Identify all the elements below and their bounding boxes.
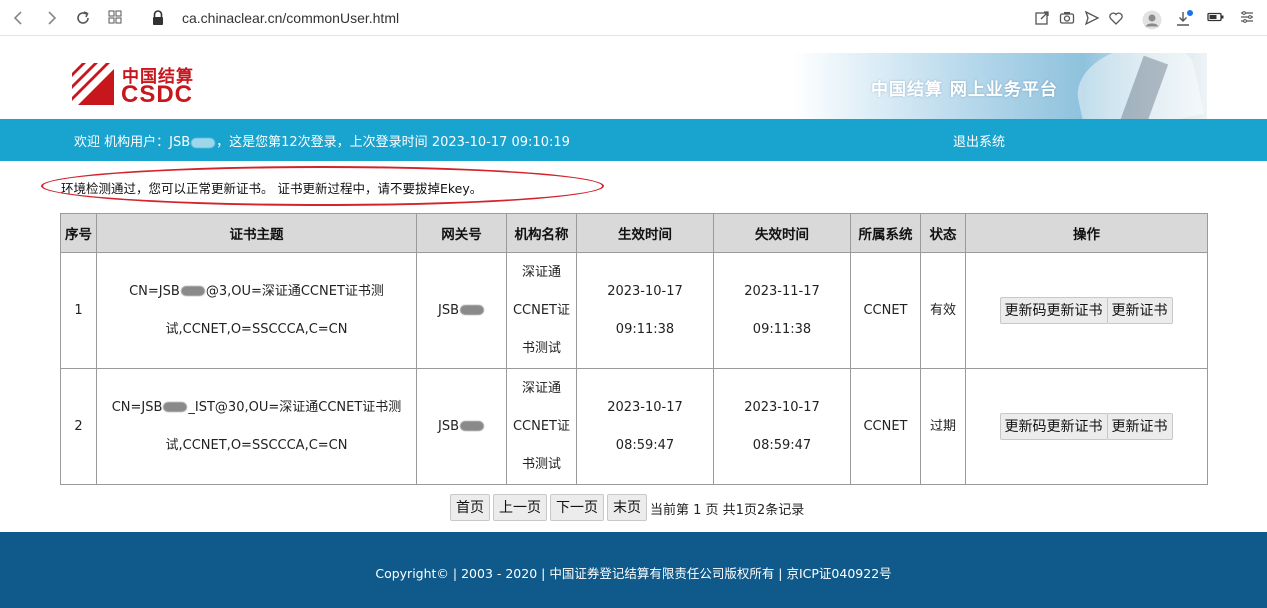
redacted-text [460,421,484,431]
redacted-text [191,137,216,148]
subject-part: @3,OU=深证通CCNET证书测 [205,283,384,299]
welcome-suffix: ，这是您第12次登录，上次登录时间 2023-10-17 09:10:19 [216,135,570,150]
share-icon[interactable] [1031,7,1053,29]
gateway-id: JSB [416,252,507,369]
start-time: 2023-10-17 09:11:38 [576,252,714,369]
redacted-text [180,286,205,296]
column-header: 操作 [965,213,1208,253]
certificate-subject: CN=JSB @3,OU=深证通CCNET证书测 试,CCNET,O=SSCCCA… [96,252,417,369]
table-row: 1 CN=JSB @3,OU=深证通CCNET证书测 试,CCNET,O=SSCC… [60,252,1208,369]
welcome-message: 欢迎 机构用户：JSB ，这是您第12次登录，上次登录时间 2023-10-17 … [74,131,570,150]
column-header: 机构名称 [506,213,577,253]
organization-name: 深证通 CCNET证 书测试 [506,252,577,369]
back-icon[interactable] [8,7,30,29]
gateway-prefix: JSB [437,302,459,318]
heart-icon[interactable] [1105,7,1127,29]
battery-icon[interactable] [1205,7,1227,29]
prev-page-button[interactable]: 上一页 [493,494,547,521]
next-page-button[interactable]: 下一页 [550,494,604,521]
gateway-prefix: JSB [437,418,459,434]
logo-english-text: CSDC [121,81,194,108]
status-badge: 有效 [920,252,966,369]
row-index: 1 [60,252,97,369]
lock-icon[interactable] [151,9,167,27]
status-badge: 过期 [920,368,966,485]
notice-highlight-ring [41,166,604,206]
pagination: 首页 上一页 下一页 末页 当前第 1 页 共1页2条记录 [450,494,804,522]
url-bar[interactable]: ca.chinaclear.cn/commonUser.html [182,8,399,28]
site-footer: Copyright© | 2003 - 2020 | 中国证券登记结算有限责任公… [0,532,1267,608]
certificate-subject: CN=JSB _IST@30,OU=深证通CCNET证书测 试,CCNET,O=S… [96,368,417,485]
csdc-logo-mark-icon [72,63,114,105]
column-header: 网关号 [416,213,507,253]
column-header: 证书主题 [96,213,417,253]
start-time: 2023-10-17 08:59:47 [576,368,714,485]
forward-icon[interactable] [40,7,62,29]
copyright-text: Copyright© | 2003 - 2020 | 中国证券登记结算有限责任公… [375,566,892,581]
redacted-text [460,305,484,315]
column-header: 所属系统 [850,213,921,253]
banner-title: 中国结算 网上业务平台 [871,80,1058,100]
update-certificate-button[interactable]: 更新证书 [1106,412,1173,440]
subject-part: CN=JSB [129,283,180,299]
certificate-table: 序号 证书主题 网关号 机构名称 生效时间 失效时间 所属系统 状态 操作 1 … [60,213,1208,485]
organization-name: 深证通 CCNET证 书测试 [506,368,577,485]
update-by-code-button[interactable]: 更新码更新证书 [999,296,1108,324]
table-header-row: 序号 证书主题 网关号 机构名称 生效时间 失效时间 所属系统 状态 操作 [60,213,1208,253]
download-icon[interactable] [1173,7,1195,29]
header-banner: 中国结算 网上业务平台 [793,53,1207,119]
redacted-text [163,402,188,412]
column-header: 失效时间 [713,213,851,253]
welcome-prefix: 欢迎 机构用户：JSB [74,135,191,150]
row-index: 2 [60,368,97,485]
browser-toolbar: ca.chinaclear.cn/commonUser.html [0,0,1267,36]
end-time: 2023-10-17 08:59:47 [713,368,851,485]
subject-part: 试,CCNET,O=SSCCCA,C=CN [165,321,348,337]
camera-icon[interactable] [1056,7,1078,29]
update-by-code-button[interactable]: 更新码更新证书 [999,412,1108,440]
table-row: 2 CN=JSB _IST@30,OU=深证通CCNET证书测 试,CCNET,O… [60,368,1208,485]
update-certificate-button[interactable]: 更新证书 [1106,296,1173,324]
avatar-icon[interactable] [1141,7,1163,30]
system-name: CCNET [850,252,921,369]
site-header: 中国结算 CSDC 中国结算 网上业务平台 [0,37,1267,119]
actions-cell: 更新码更新证书 更新证书 [965,252,1208,369]
reload-icon[interactable] [72,7,94,29]
first-page-button[interactable]: 首页 [450,494,490,521]
column-header: 生效时间 [576,213,714,253]
subject-part: 试,CCNET,O=SSCCCA,C=CN [165,437,348,453]
subject-part: CN=JSB [111,399,163,415]
gateway-id: JSB [416,368,507,485]
end-time: 2023-11-17 09:11:38 [713,252,851,369]
column-header: 状态 [920,213,966,253]
menu-icon[interactable] [1236,7,1258,29]
actions-cell: 更新码更新证书 更新证书 [965,368,1208,485]
send-icon[interactable] [1081,7,1103,29]
apps-grid-icon[interactable] [104,7,126,29]
page-info: 当前第 1 页 共1页2条记录 [650,503,805,518]
system-name: CCNET [850,368,921,485]
welcome-bar: 欢迎 机构用户：JSB ，这是您第12次登录，上次登录时间 2023-10-17 … [0,119,1267,161]
column-header: 序号 [60,213,97,253]
last-page-button[interactable]: 末页 [607,494,647,521]
logout-link[interactable]: 退出系统 [953,131,1005,150]
subject-part: _IST@30,OU=深证通CCNET证书测 [188,399,402,415]
